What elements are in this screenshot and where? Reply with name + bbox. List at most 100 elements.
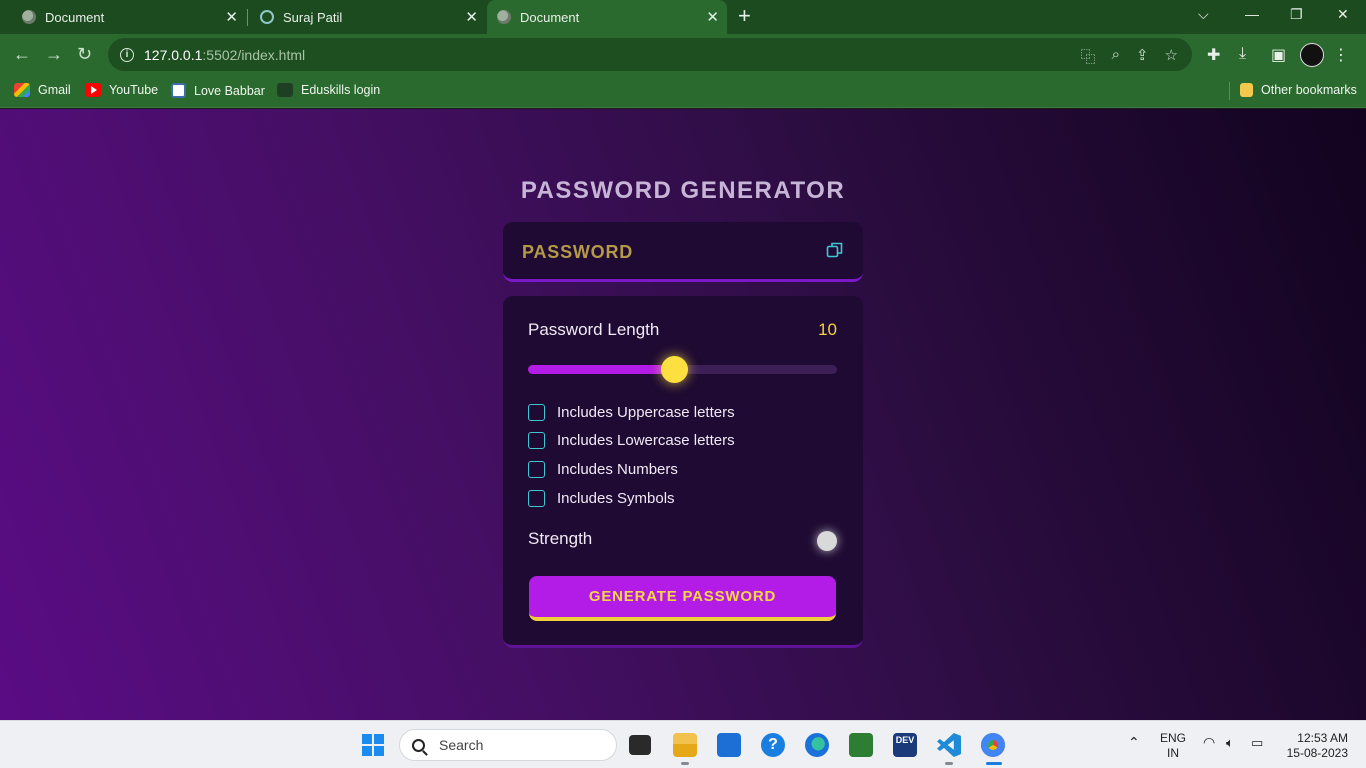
strength-indicator xyxy=(817,531,837,551)
length-label: Password Length xyxy=(528,320,660,339)
language-code: ENG xyxy=(1160,731,1187,745)
site-info-icon[interactable]: i xyxy=(120,47,134,62)
profile-avatar[interactable] xyxy=(1300,43,1324,67)
minimize-button[interactable]: — xyxy=(1245,6,1259,22)
bookmarks-bar: Gmail YouTube Love Babbar Eduskills logi… xyxy=(0,76,1366,108)
bookmark-label: Love Babbar xyxy=(194,83,265,98)
generate-password-button[interactable]: GENERATE PASSWORD xyxy=(529,576,836,621)
download-icon[interactable]: ⤓ xyxy=(1239,45,1246,63)
show-hidden-icons-chevron-icon[interactable]: ⌃ xyxy=(1128,735,1140,750)
search-icon xyxy=(412,738,425,752)
browser-tab-strip: Document ✕ Suraj Patil ✕ Document ✕ + ⌵ … xyxy=(0,0,1366,34)
lowercase-checkbox[interactable] xyxy=(528,432,545,449)
length-value: 10 xyxy=(818,320,837,339)
slider-fill xyxy=(528,365,675,374)
extensions-icon[interactable]: ✚ xyxy=(1207,45,1220,65)
uppercase-checkbox[interactable] xyxy=(528,404,545,421)
wifi-icon[interactable]: ◠ xyxy=(1203,735,1215,750)
close-icon[interactable]: ✕ xyxy=(465,8,478,26)
globe-icon xyxy=(497,10,511,24)
tab-title: Document xyxy=(520,9,580,25)
clock-time: 12:53 AM xyxy=(1297,731,1348,745)
minecraft-icon[interactable] xyxy=(849,733,873,757)
windows-taskbar: Search ? DEV ⌃ ENG IN ◠ 🔈︎ ▭ 12:53 AM 15… xyxy=(0,720,1366,768)
gmail-icon xyxy=(14,83,30,97)
globe-icon xyxy=(22,10,36,24)
eduskills-icon xyxy=(277,83,293,97)
close-icon[interactable]: ✕ xyxy=(706,8,719,26)
option-label: Includes Numbers xyxy=(557,461,678,478)
url-text[interactable]: 127.0.0.1:5502/index.html xyxy=(144,47,305,63)
forward-arrow-icon[interactable]: → xyxy=(45,44,63,65)
bookmark-eduskills[interactable]: Eduskills login xyxy=(277,83,380,97)
bookmark-label: Eduskills login xyxy=(301,83,381,97)
share-icon[interactable]: ⇪ xyxy=(1136,46,1149,67)
tab-title: Suraj Patil xyxy=(283,9,343,25)
settings-panel: Password Length 10 Includes Uppercase le… xyxy=(503,296,863,648)
vscode-icon[interactable] xyxy=(937,733,961,757)
tab-search-chevron-icon[interactable]: ⌵ xyxy=(1198,6,1209,23)
task-view-icon[interactable] xyxy=(629,735,651,755)
close-icon[interactable]: ✕ xyxy=(225,8,238,26)
numbers-checkbox[interactable] xyxy=(528,461,545,478)
search-placeholder: Search xyxy=(439,737,484,753)
zoom-icon[interactable]: ⌕ xyxy=(1112,46,1120,67)
address-bar[interactable]: i 127.0.0.1:5502/index.html ⿻ ⌕ ⇪ ☆ xyxy=(108,38,1192,71)
microsoft-store-icon[interactable] xyxy=(717,733,741,757)
bookmark-youtube[interactable]: YouTube xyxy=(85,83,158,97)
file-explorer-icon[interactable] xyxy=(673,733,697,757)
symbols-checkbox[interactable] xyxy=(528,490,545,507)
running-indicator xyxy=(945,762,953,765)
symbols-option[interactable]: Includes Symbols xyxy=(528,490,675,507)
windows-start-icon[interactable] xyxy=(362,734,384,756)
numbers-option[interactable]: Includes Numbers xyxy=(528,461,678,478)
uppercase-option[interactable]: Includes Uppercase letters xyxy=(528,404,735,421)
password-display[interactable]: PASSWORD xyxy=(503,222,863,282)
region-code: IN xyxy=(1167,746,1179,760)
taskbar-search[interactable]: Search xyxy=(399,729,617,761)
browser-tab-3-active[interactable]: Document ✕ xyxy=(487,0,727,34)
battery-icon[interactable]: ▭ xyxy=(1251,735,1263,750)
page-viewport: PASSWORD GENERATOR PASSWORD Password Len… xyxy=(0,109,1366,720)
reload-icon[interactable]: ↻ xyxy=(77,44,92,65)
page-title: PASSWORD GENERATOR xyxy=(520,177,846,204)
chrome-icon[interactable] xyxy=(981,733,1005,757)
bookmark-gmail[interactable]: Gmail xyxy=(14,83,71,97)
youtube-icon xyxy=(85,83,101,97)
side-panel-icon[interactable]: ▣ xyxy=(1271,45,1286,65)
language-indicator[interactable]: ENG IN xyxy=(1160,731,1186,761)
tab-title: Document xyxy=(45,9,105,25)
menu-kebab-icon[interactable]: ⋮ xyxy=(1333,45,1349,65)
window-close-button[interactable]: ✕ xyxy=(1337,6,1349,23)
bookmark-label: YouTube xyxy=(109,83,159,97)
bookmarks-divider xyxy=(1229,82,1230,100)
running-indicator xyxy=(681,762,689,765)
length-slider[interactable] xyxy=(528,356,837,383)
password-output[interactable]: PASSWORD xyxy=(522,242,633,263)
back-arrow-icon[interactable]: ← xyxy=(13,44,31,65)
other-bookmarks[interactable]: Other bookmarks xyxy=(1240,83,1357,97)
browser-toolbar: ← → ↻ i 127.0.0.1:5502/index.html ⿻ ⌕ ⇪ … xyxy=(0,34,1366,76)
ring-icon xyxy=(260,10,274,24)
strength-label: Strength xyxy=(528,529,593,548)
lowercase-option[interactable]: Includes Lowercase letters xyxy=(528,432,735,449)
edge-browser-icon[interactable] xyxy=(805,733,829,757)
browser-tab-2[interactable]: Suraj Patil ✕ xyxy=(248,0,486,34)
browser-tab-1[interactable]: Document ✕ xyxy=(10,0,246,34)
omnibox-actions: ⿻ ⌕ ⇪ ☆ xyxy=(1081,46,1178,67)
copy-icon[interactable] xyxy=(826,241,844,259)
restore-button[interactable]: ❐ xyxy=(1290,6,1303,23)
bookmark-star-icon[interactable]: ☆ xyxy=(1165,46,1178,67)
dev-cpp-icon[interactable]: DEV xyxy=(893,733,917,757)
help-icon[interactable]: ? xyxy=(761,733,785,757)
volume-icon[interactable]: 🔈︎ xyxy=(1226,735,1234,750)
active-indicator xyxy=(986,762,1002,765)
slider-thumb[interactable] xyxy=(661,356,689,383)
option-label: Includes Lowercase letters xyxy=(557,432,735,449)
translate-icon[interactable]: ⿻ xyxy=(1081,46,1096,67)
clock-date: 15-08-2023 xyxy=(1286,746,1348,760)
clock[interactable]: 12:53 AM 15-08-2023 xyxy=(1284,731,1348,761)
new-tab-button[interactable]: + xyxy=(738,5,751,27)
bookmark-love-babbar[interactable]: Love Babbar xyxy=(171,83,265,98)
option-label: Includes Uppercase letters xyxy=(557,404,735,421)
